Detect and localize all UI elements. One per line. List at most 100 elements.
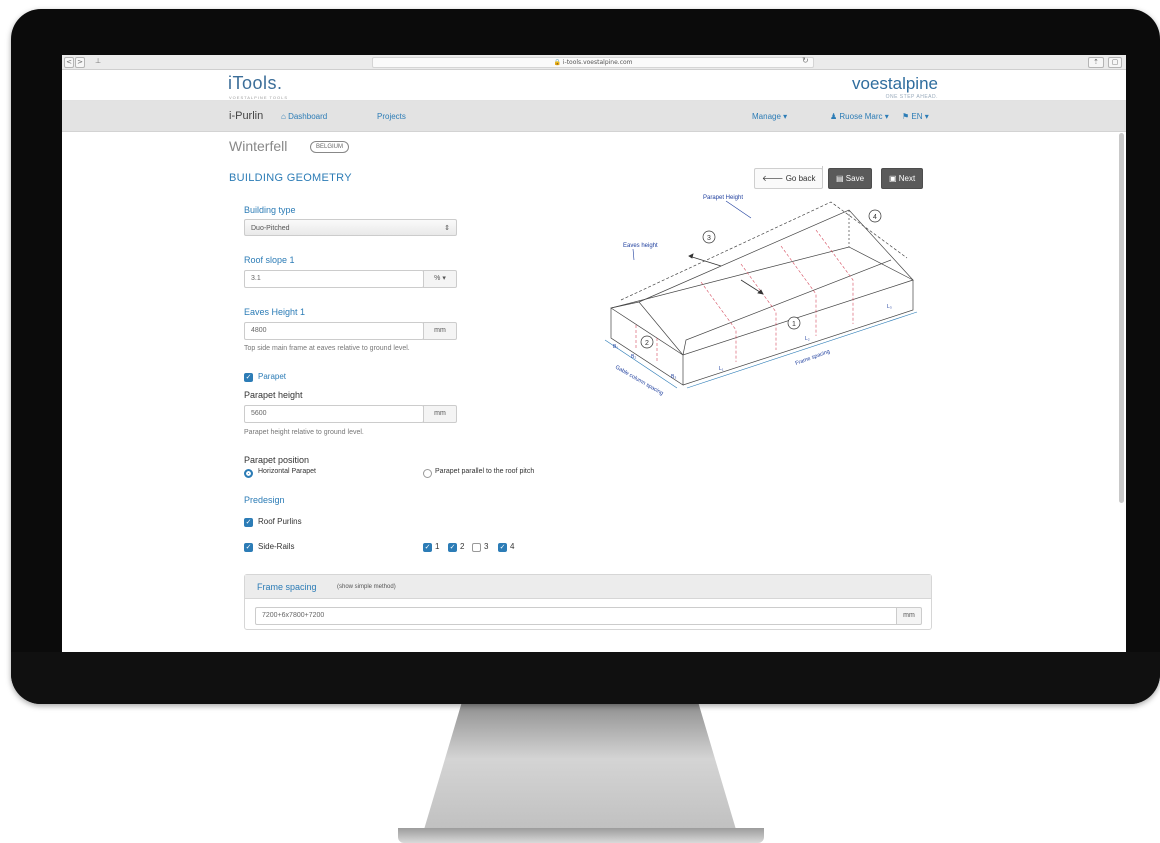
next-label: Next [898, 174, 916, 183]
roof-purlins-label: Roof Purlins [258, 517, 302, 526]
nav-manage[interactable]: Manage ▾ [752, 112, 787, 121]
side-rail-label-4: 4 [510, 542, 515, 551]
save-button[interactable]: ▤ Save [828, 168, 873, 189]
nav-language[interactable]: ⚑ EN ▾ [902, 112, 929, 121]
divider [822, 166, 823, 188]
user-icon: ♟ [830, 112, 840, 121]
eaves-height-input[interactable]: 4800 [244, 322, 424, 340]
marker-3: 3 [707, 235, 711, 242]
nav-user-label: Ruose Marc [839, 112, 883, 121]
side-rail-checkbox-2[interactable]: ✓ [448, 543, 457, 552]
radio-parallel-label: Parapet parallel to the roof pitch [435, 468, 535, 475]
caret-down-icon: ▾ [780, 112, 788, 121]
save-label: Save [845, 174, 865, 183]
logo-subtitle: VOESTALPINE TOOLS [229, 95, 289, 100]
caret-down-icon: ▾ [922, 112, 929, 121]
gable-spacing-caption: Gable column spacing [614, 365, 664, 397]
frame-spacing-panel: Frame spacing (show simple method) 7200+… [244, 574, 932, 630]
eaves-help-text: Top side main frame at eaves relative to… [244, 345, 410, 352]
parapet-height-unit: mm [423, 405, 457, 423]
eaves-height-unit: mm [423, 322, 457, 340]
back-button[interactable]: < [64, 57, 74, 68]
tabs-icon[interactable]: ▢ [1108, 57, 1122, 68]
frame-spacing-title: Frame spacing [257, 582, 317, 592]
section-title: BUILDING GEOMETRY [229, 172, 352, 184]
parapet-height-input[interactable]: 5600 [244, 405, 424, 423]
share-icon[interactable]: ⊥ [92, 57, 104, 66]
forward-button[interactable]: > [75, 57, 85, 68]
frame-spacing-unit: mm [896, 607, 922, 625]
side-rails-checkbox[interactable]: ✓ [244, 543, 253, 552]
frame-spacing-header: Frame spacing (show simple method) [245, 575, 931, 599]
frame-spacing-caption: Frame spacing [795, 349, 831, 367]
nav-dashboard[interactable]: ⌂ Dashboard [281, 112, 327, 121]
eaves-height-label: Eaves Height 1 [244, 307, 306, 317]
parapet-position-label: Parapet position [244, 455, 310, 465]
dim-b1: B₁ [613, 344, 618, 350]
roof-slope-input[interactable]: 3.1 [244, 270, 424, 288]
roof-slope-label: Roof slope 1 [244, 255, 295, 265]
radio-horizontal-parapet[interactable] [244, 469, 253, 478]
building-type-value: Duo-Pitched [251, 225, 290, 232]
marker-4: 4 [873, 214, 877, 221]
nav-projects[interactable]: Projects [377, 112, 406, 121]
parapet-checkbox-label: Parapet [258, 372, 287, 381]
predesign-label: Predesign [244, 495, 285, 505]
parapet-help-text: Parapet height relative to ground level. [244, 429, 364, 436]
side-rail-checkbox-3[interactable] [472, 543, 481, 552]
country-badge: BELGIUM [310, 141, 350, 153]
site-header: iTools. VOESTALPINE TOOLS voestalpine ON… [62, 70, 1126, 101]
dim-b3: B₃ [671, 374, 676, 380]
side-rail-checkbox-1[interactable]: ✓ [423, 543, 432, 552]
radio-parallel-parapet[interactable] [423, 469, 432, 478]
voestalpine-logo: voestalpine [851, 74, 938, 93]
save-icon: ▤ [836, 174, 846, 183]
nav-user[interactable]: ♟ Ruose Marc ▾ [830, 112, 889, 121]
nav-manage-label: Manage [752, 112, 781, 121]
itools-logo[interactable]: iTools. [228, 73, 283, 94]
reload-icon[interactable]: ↻ [802, 56, 809, 65]
project-name: Winterfell [229, 138, 288, 154]
select-arrows-icon: ⇕ [444, 225, 450, 232]
marker-1: 1 [792, 321, 796, 328]
address-bar[interactable]: 🔒 i-tools.voestalpine.com [372, 57, 814, 68]
roof-slope-unit: % [434, 275, 441, 282]
monitor-stand [420, 703, 740, 843]
building-geometry-diagram: 1 2 3 4 Parapet Height Eaves height Gabl… [604, 195, 918, 397]
radio-horizontal-label: Horizontal Parapet [258, 468, 316, 475]
monitor-chin [11, 652, 1160, 704]
download-icon[interactable]: ⇡ [1088, 57, 1104, 68]
frame-spacing-input[interactable]: 7200+6x7800+7200 [255, 607, 898, 625]
nav-dashboard-label: Dashboard [288, 112, 328, 121]
home-icon: ⌂ [281, 112, 289, 121]
monitor-stand-base [398, 828, 764, 843]
roof-slope-unit-dropdown[interactable]: % ▾ [423, 270, 457, 288]
page-scrollbar[interactable] [1119, 133, 1124, 503]
app-name[interactable]: i-Purlin [229, 110, 263, 122]
brand-tagline: ONE STEP AHEAD. [885, 94, 938, 100]
screen: < > ⊥ 🔒 i-tools.voestalpine.com ↻ ⇡ ▢ iT… [62, 55, 1126, 652]
side-rail-checkbox-4[interactable]: ✓ [498, 543, 507, 552]
side-rail-label-2: 2 [460, 542, 465, 551]
go-back-label: Go back [785, 174, 816, 183]
arrow-left-icon: 🡐 [762, 174, 786, 183]
browser-toolbar: < > ⊥ 🔒 i-tools.voestalpine.com ↻ ⇡ ▢ [62, 55, 1126, 70]
marker-2: 2 [645, 340, 649, 347]
lock-icon: 🔒 [553, 59, 563, 66]
caret-down-icon: ▾ [882, 112, 889, 121]
eaves-height-caption: Eaves height [623, 243, 658, 249]
main-nav: i-Purlin ⌂ Dashboard Projects Manage ▾ ♟… [62, 101, 1126, 132]
side-rail-label-3: 3 [484, 542, 489, 551]
side-rail-label-1: 1 [435, 542, 440, 551]
dim-l3: L₃ [887, 304, 892, 310]
roof-purlins-checkbox[interactable]: ✓ [244, 518, 253, 527]
side-rails-label: Side-Rails [258, 542, 295, 551]
show-simple-method-link[interactable]: (show simple method) [337, 584, 396, 590]
nav-language-label: EN [911, 112, 923, 121]
parapet-checkbox[interactable]: ✓ [244, 373, 253, 382]
dim-l1: L₁ [719, 366, 724, 372]
go-back-button[interactable]: 🡐 Go back [754, 168, 824, 189]
language-icon: ⚑ [902, 112, 912, 121]
next-button[interactable]: ▣ Next [881, 168, 924, 189]
building-type-select[interactable]: Duo-Pitched ⇕ [244, 219, 457, 236]
